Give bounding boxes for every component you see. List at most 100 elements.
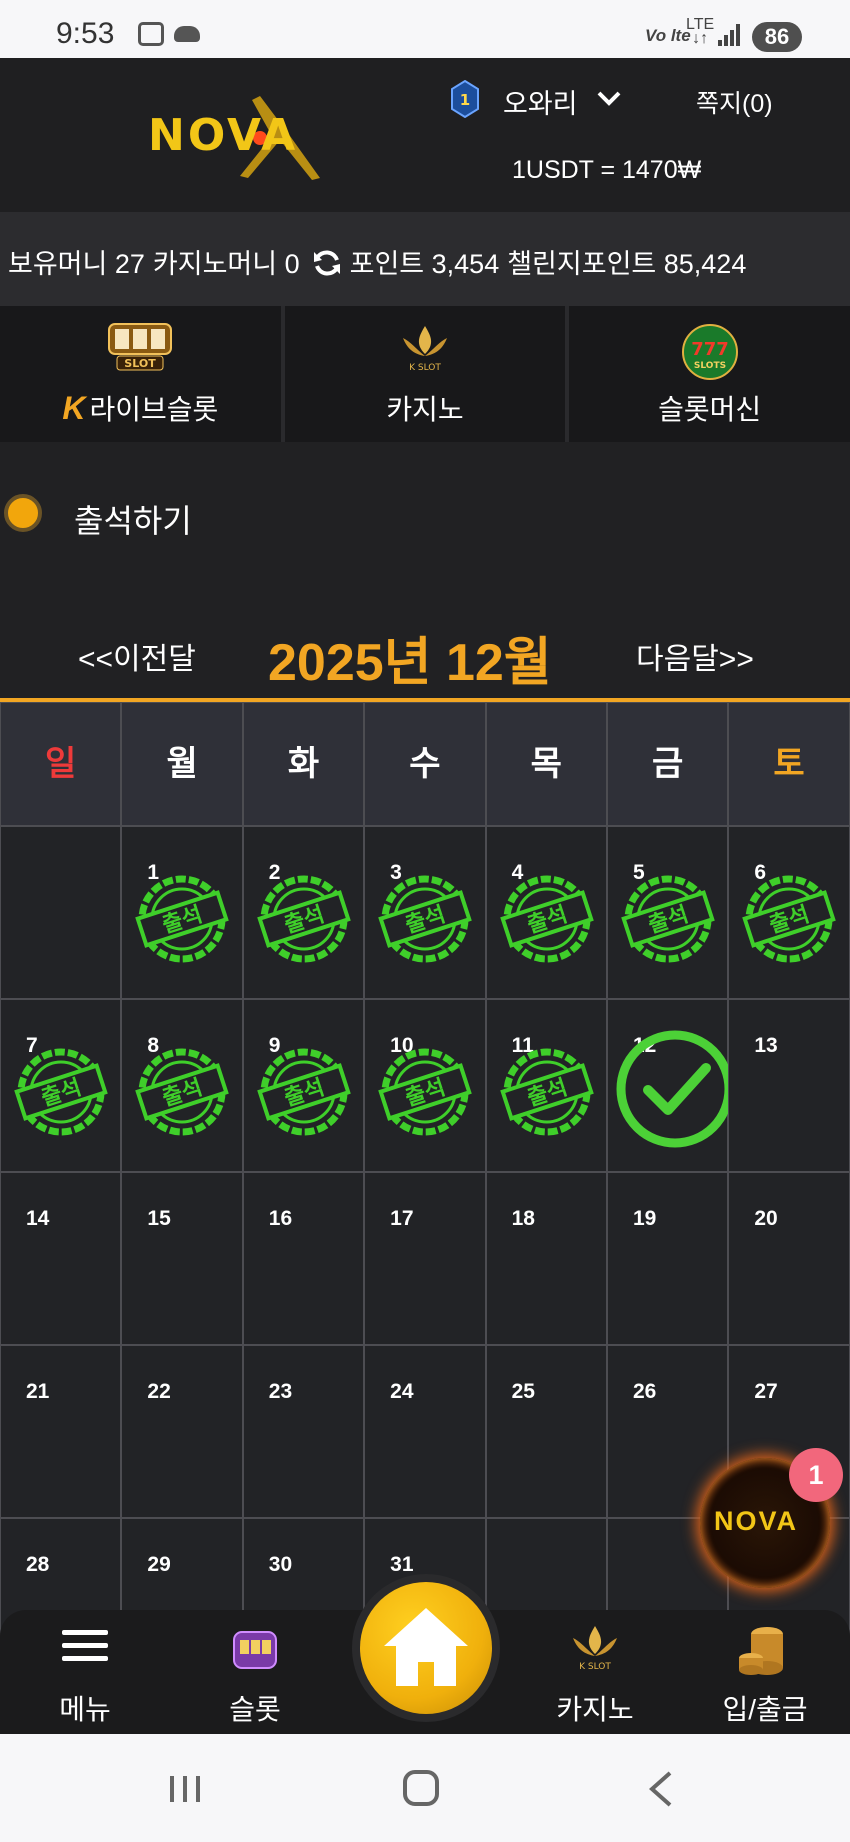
live-slot-icon: SLOT <box>108 323 173 371</box>
status-bar: 9:53 Vo lte LTE ↓↑ 86 <box>0 0 850 58</box>
category-tabs: SLOT K 라이브슬롯 K SLOT 카지노 777 SLOTS 슬롯머신 <box>0 306 850 442</box>
attendance-stamp-icon: 출석 <box>499 875 594 963</box>
nav-casino[interactable]: K SLOT 카지노 <box>520 1610 670 1734</box>
day-number: 19 <box>632 1207 657 1230</box>
day-number: 14 <box>26 1207 50 1230</box>
day-number: 30 <box>268 1553 293 1576</box>
day-number: 26 <box>632 1380 657 1403</box>
refresh-icon[interactable] <box>312 248 342 278</box>
calendar-week-row: 7 출석 8 출석 9 출석 10 출석 11 출석 12 13 <box>0 999 850 1172</box>
calendar-day-cell[interactable]: 15 <box>121 1172 243 1345</box>
kslot-icon: K SLOT <box>403 326 447 373</box>
weekday-label: 목 <box>485 702 607 826</box>
next-month-button[interactable]: 다음달>> <box>636 634 754 678</box>
recent-apps-icon[interactable] <box>168 1774 202 1804</box>
day-number: 21 <box>26 1380 50 1403</box>
attendance-stamp-icon: 출석 <box>14 1048 108 1136</box>
attendance-stamp-icon: 출석 <box>378 1048 472 1136</box>
nova-logo[interactable]: NOVA <box>140 88 330 184</box>
screenshot-icon <box>138 22 164 46</box>
app-header: NOVA 1 오와리 쪽지(0) 1USDT = 1470₩ <box>0 58 850 212</box>
svg-text:777: 777 <box>691 339 729 360</box>
money-balance: 보유머니 27 <box>8 249 145 279</box>
slot-machine-icon <box>233 1631 277 1669</box>
rank-badge-icon: 1 <box>450 79 480 119</box>
category-live-slot[interactable]: SLOT K 라이브슬롯 <box>0 306 281 442</box>
attendance-stamp-icon: 출석 <box>135 875 230 963</box>
day-number: 31 <box>390 1553 414 1576</box>
attendance-stamp-icon: 출석 <box>621 875 715 963</box>
prev-month-button[interactable]: <<이전달 <box>78 634 196 678</box>
calendar-day-cell[interactable]: 1 출석 <box>121 826 243 999</box>
calendar-day-cell[interactable]: 24 <box>364 1345 486 1518</box>
calendar-day-cell[interactable]: 14 <box>0 1172 122 1345</box>
month-title: 2025년 12월 <box>268 634 552 692</box>
svg-text:K SLOT: K SLOT <box>579 1662 611 1672</box>
calendar-day-cell[interactable]: 20 <box>728 1172 850 1345</box>
calendar-day-cell[interactable]: 8 출석 <box>121 999 243 1172</box>
weekday-label: 금 <box>606 702 729 826</box>
home-button[interactable] <box>360 1582 492 1714</box>
day-number: 29 <box>147 1553 171 1576</box>
category-slot-machine[interactable]: 777 SLOTS 슬롯머신 <box>569 306 850 442</box>
calendar-day-cell[interactable]: 21 <box>0 1345 122 1518</box>
calendar-day-cell[interactable]: 23 <box>242 1345 365 1518</box>
calendar-day-cell[interactable]: 6 출석 <box>728 826 850 999</box>
day-number: 16 <box>268 1207 293 1230</box>
nav-slot[interactable]: 슬롯 <box>180 1610 330 1734</box>
day-number: 28 <box>26 1553 50 1576</box>
attendance-stamp-icon: 출석 <box>135 1048 230 1136</box>
calendar-week-row: 14 15 16 17 18 19 20 <box>0 1172 850 1345</box>
volte-indicator: Vo lte <box>645 26 691 45</box>
calendar-day-cell[interactable]: 22 <box>121 1345 243 1518</box>
calendar-day-cell[interactable]: 13 <box>728 999 850 1172</box>
nav-menu[interactable]: 메뉴 <box>10 1610 160 1734</box>
system-home-icon[interactable] <box>403 1770 439 1806</box>
chevron-down-icon[interactable] <box>596 86 622 110</box>
svg-text:K SLOT: K SLOT <box>409 363 441 373</box>
calendar-day-cell[interactable]: 9 출석 <box>242 999 365 1172</box>
calendar-day-cell[interactable]: 3 출석 <box>364 826 486 999</box>
calendar-day-cell[interactable]: 12 <box>606 999 734 1172</box>
balance-bar: 보유머니 27 카지노머니 0 포인트 3,454 챌린지포인트 85,424 <box>0 212 850 306</box>
calendar-day-cell[interactable]: 16 <box>242 1172 365 1345</box>
username[interactable]: 오와리 <box>503 82 578 121</box>
calendar-day-cell[interactable]: 5 출석 <box>606 826 729 999</box>
points-balance: 포인트 3,454 <box>349 249 500 279</box>
calendar-day-cell[interactable]: 2 출석 <box>242 826 365 999</box>
attendance-title: 출석하기 <box>74 503 192 539</box>
nav-deposit[interactable]: 입/출금 <box>690 1610 840 1734</box>
svg-text:SLOT: SLOT <box>125 357 157 370</box>
calendar-day-cell[interactable]: 11 출석 <box>485 999 607 1172</box>
weekday-label: 토 <box>728 702 850 826</box>
messages-link[interactable]: 쪽지(0) <box>696 84 773 120</box>
svg-text:1: 1 <box>460 91 470 109</box>
day-number: 13 <box>754 1034 778 1057</box>
calendar-day-cell[interactable]: 19 <box>606 1172 729 1345</box>
casino-money-balance: 카지노머니 0 <box>152 249 300 279</box>
day-number: 15 <box>147 1207 171 1230</box>
777-slots-icon: 777 SLOTS <box>681 324 738 380</box>
status-time: 9:53 <box>56 17 115 50</box>
today-check-icon <box>616 1030 734 1148</box>
calendar-day-cell[interactable]: 7 출석 <box>0 999 122 1172</box>
battery-indicator: 86 <box>752 22 802 52</box>
category-casino[interactable]: K SLOT 카지노 <box>284 306 566 442</box>
calendar-day-cell[interactable]: 25 <box>485 1345 607 1518</box>
day-number: 22 <box>147 1380 171 1403</box>
calendar-day-cell[interactable]: 4 출석 <box>485 826 607 999</box>
calendar-day-cell[interactable]: 10 출석 <box>364 999 486 1172</box>
month-navigation: <<이전달 2025년 12월 다음달>> <box>0 612 850 692</box>
coins-icon <box>739 1627 783 1675</box>
menu-icon <box>62 1630 108 1661</box>
calendar-day-cell[interactable]: 17 <box>364 1172 486 1345</box>
challenge-points-balance: 챌린지포인트 85,424 <box>507 249 747 279</box>
calendar-day-cell[interactable]: 18 <box>485 1172 607 1345</box>
attendance-stamp-icon: 출석 <box>742 875 837 963</box>
attendance-stamp-icon: 출석 <box>499 1048 594 1136</box>
attendance-stamp-icon: 출석 <box>256 875 351 963</box>
attendance-stamp-icon: 출석 <box>256 1048 351 1136</box>
back-icon[interactable] <box>646 1770 676 1808</box>
day-number: 20 <box>754 1207 778 1230</box>
day-number: 24 <box>390 1380 414 1403</box>
